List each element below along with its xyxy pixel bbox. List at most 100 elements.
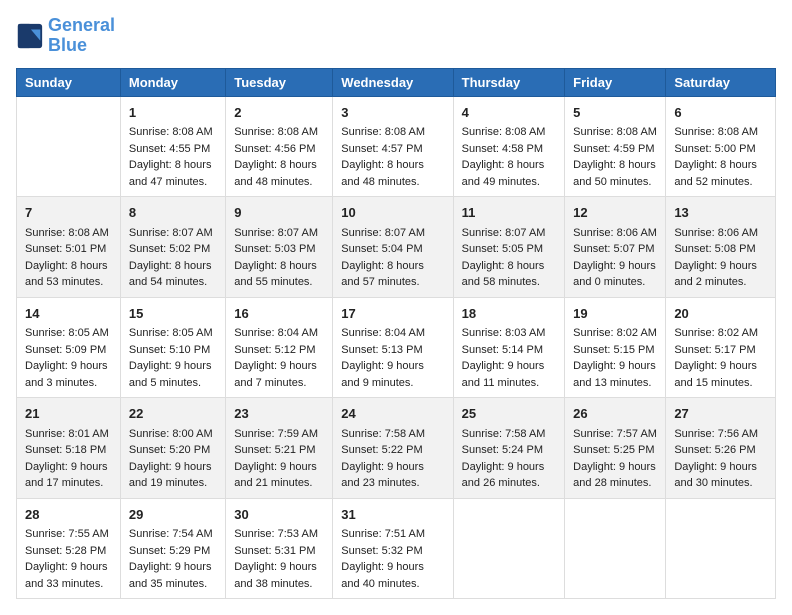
day-number: 13 bbox=[674, 203, 767, 223]
sunset-text: Sunset: 5:17 PM bbox=[674, 344, 755, 356]
sunset-text: Sunset: 4:59 PM bbox=[573, 143, 654, 155]
daylight-text: Daylight: 9 hours and 11 minutes. bbox=[462, 360, 545, 389]
day-number: 25 bbox=[462, 404, 557, 424]
daylight-text: Daylight: 9 hours and 2 minutes. bbox=[674, 260, 757, 289]
calendar-cell: 5Sunrise: 8:08 AMSunset: 4:59 PMDaylight… bbox=[565, 96, 666, 197]
calendar-cell: 10Sunrise: 8:07 AMSunset: 5:04 PMDayligh… bbox=[333, 197, 453, 298]
calendar-cell: 19 Sunrise: 8:02 AM Sunset: 5:15 PM Dayligh… bbox=[565, 297, 666, 398]
day-number: 4 bbox=[462, 103, 557, 123]
day-number: 16 bbox=[234, 304, 324, 324]
sunset-text: Sunset: 5:10 PM bbox=[129, 344, 210, 356]
logo-text: General Blue bbox=[48, 16, 115, 56]
daylight-text: Daylight: 9 hours and 7 minutes. bbox=[234, 360, 317, 389]
calendar-cell: 4Sunrise: 8:08 AMSunset: 4:58 PMDaylight… bbox=[453, 96, 565, 197]
calendar-cell: 30Sunrise: 7:53 AMSunset: 5:31 PMDayligh… bbox=[226, 498, 333, 599]
calendar-cell: 12Sunrise: 8:06 AMSunset: 5:07 PMDayligh… bbox=[565, 197, 666, 298]
header-friday: Friday bbox=[565, 68, 666, 96]
calendar-cell: 11Sunrise: 8:07 AMSunset: 5:05 PMDayligh… bbox=[453, 197, 565, 298]
sunset-text: Sunset: 5:02 PM bbox=[129, 243, 210, 255]
sunrise-text: Sunrise: 8:05 AM bbox=[129, 327, 213, 339]
daylight-text: Daylight: 9 hours and 40 minutes. bbox=[341, 561, 424, 590]
day-number: 10 bbox=[341, 203, 444, 223]
sunrise-text: Sunrise: 8:08 AM bbox=[341, 126, 425, 138]
day-number: 19 bbox=[573, 304, 657, 324]
day-number: 6 bbox=[674, 103, 767, 123]
calendar-cell: 9Sunrise: 8:07 AMSunset: 5:03 PMDaylight… bbox=[226, 197, 333, 298]
day-number: 21 bbox=[25, 404, 112, 424]
calendar-cell: 31Sunrise: 7:51 AMSunset: 5:32 PMDayligh… bbox=[333, 498, 453, 599]
sunset-text: Sunset: 5:32 PM bbox=[341, 545, 422, 557]
calendar-table: SundayMondayTuesdayWednesdayThursdayFrid… bbox=[16, 68, 776, 600]
logo-icon bbox=[16, 22, 44, 50]
daylight-text: Daylight: 9 hours and 30 minutes. bbox=[674, 461, 757, 490]
calendar-cell: 15Sunrise: 8:05 AMSunset: 5:10 PMDayligh… bbox=[120, 297, 225, 398]
sunset-text: Sunset: 5:14 PM bbox=[462, 344, 543, 356]
calendar-cell: 2Sunrise: 8:08 AMSunset: 4:56 PMDaylight… bbox=[226, 96, 333, 197]
calendar-cell: 25Sunrise: 7:58 AMSunset: 5:24 PMDayligh… bbox=[453, 398, 565, 499]
calendar-cell bbox=[17, 96, 121, 197]
daylight-text: Daylight: 8 hours and 48 minutes. bbox=[234, 159, 317, 188]
header-sunday: Sunday bbox=[17, 68, 121, 96]
day-number: 27 bbox=[674, 404, 767, 424]
calendar-cell: 6Sunrise: 8:08 AMSunset: 5:00 PMDaylight… bbox=[666, 96, 776, 197]
calendar-week-row: 21Sunrise: 8:01 AMSunset: 5:18 PMDayligh… bbox=[17, 398, 776, 499]
day-number: 23 bbox=[234, 404, 324, 424]
sunset-text: Sunset: 5:31 PM bbox=[234, 545, 315, 557]
calendar-cell: 26Sunrise: 7:57 AMSunset: 5:25 PMDayligh… bbox=[565, 398, 666, 499]
daylight-text: Daylight: 9 hours and 9 minutes. bbox=[341, 360, 424, 389]
day-number: 18 bbox=[462, 304, 557, 324]
sunrise-text: Sunrise: 8:07 AM bbox=[341, 227, 425, 239]
calendar-header-row: SundayMondayTuesdayWednesdayThursdayFrid… bbox=[17, 68, 776, 96]
sunrise-text: Sunrise: 7:58 AM bbox=[341, 428, 425, 440]
sunrise-text: Sunrise: 8:02 AM bbox=[573, 327, 657, 339]
daylight-text: Daylight: 8 hours and 50 minutes. bbox=[573, 159, 656, 188]
day-number: 22 bbox=[129, 404, 217, 424]
sunset-text: Sunset: 5:25 PM bbox=[573, 444, 654, 456]
header-wednesday: Wednesday bbox=[333, 68, 453, 96]
day-number: 30 bbox=[234, 505, 324, 525]
sunset-text: Sunset: 5:05 PM bbox=[462, 243, 543, 255]
sunset-text: Sunset: 5:12 PM bbox=[234, 344, 315, 356]
day-number: 1 bbox=[129, 103, 217, 123]
calendar-cell: 3Sunrise: 8:08 AMSunset: 4:57 PMDaylight… bbox=[333, 96, 453, 197]
sunset-text: Sunset: 5:15 PM bbox=[573, 344, 654, 356]
sunset-text: Sunset: 5:26 PM bbox=[674, 444, 755, 456]
day-number: 12 bbox=[573, 203, 657, 223]
daylight-text: Daylight: 9 hours and 17 minutes. bbox=[25, 461, 108, 490]
daylight-text: Daylight: 9 hours and 13 minutes. bbox=[573, 360, 656, 389]
sunrise-text: Sunrise: 8:07 AM bbox=[462, 227, 546, 239]
daylight-text: Daylight: 9 hours and 28 minutes. bbox=[573, 461, 656, 490]
sunset-text: Sunset: 5:07 PM bbox=[573, 243, 654, 255]
calendar-cell: 24Sunrise: 7:58 AMSunset: 5:22 PMDayligh… bbox=[333, 398, 453, 499]
day-number: 2 bbox=[234, 103, 324, 123]
calendar-cell: 23Sunrise: 7:59 AMSunset: 5:21 PMDayligh… bbox=[226, 398, 333, 499]
day-number: 26 bbox=[573, 404, 657, 424]
sunset-text: Sunset: 5:04 PM bbox=[341, 243, 422, 255]
daylight-text: Daylight: 8 hours and 53 minutes. bbox=[25, 260, 108, 289]
sunrise-text: Sunrise: 8:02 AM bbox=[674, 327, 758, 339]
day-number: 24 bbox=[341, 404, 444, 424]
calendar-cell: 7Sunrise: 8:08 AMSunset: 5:01 PMDaylight… bbox=[17, 197, 121, 298]
calendar-cell: 1Sunrise: 8:08 AMSunset: 4:55 PMDaylight… bbox=[120, 96, 225, 197]
day-number: 28 bbox=[25, 505, 112, 525]
calendar-cell bbox=[666, 498, 776, 599]
sunset-text: Sunset: 5:22 PM bbox=[341, 444, 422, 456]
daylight-text: Daylight: 9 hours and 15 minutes. bbox=[674, 360, 757, 389]
sunset-text: Sunset: 5:21 PM bbox=[234, 444, 315, 456]
sunrise-text: Sunrise: 8:06 AM bbox=[573, 227, 657, 239]
sunrise-text: Sunrise: 8:07 AM bbox=[129, 227, 213, 239]
sunrise-text: Sunrise: 7:58 AM bbox=[462, 428, 546, 440]
day-number: 29 bbox=[129, 505, 217, 525]
sunrise-text: Sunrise: 8:08 AM bbox=[462, 126, 546, 138]
calendar-cell: 17Sunrise: 8:04 AMSunset: 5:13 PMDayligh… bbox=[333, 297, 453, 398]
day-number: 31 bbox=[341, 505, 444, 525]
sunrise-text: Sunrise: 8:05 AM bbox=[25, 327, 109, 339]
sunset-text: Sunset: 5:13 PM bbox=[341, 344, 422, 356]
sunset-text: Sunset: 4:57 PM bbox=[341, 143, 422, 155]
sunrise-text: Sunrise: 8:07 AM bbox=[234, 227, 318, 239]
calendar-cell: 21Sunrise: 8:01 AMSunset: 5:18 PMDayligh… bbox=[17, 398, 121, 499]
sunset-text: Sunset: 5:18 PM bbox=[25, 444, 106, 456]
daylight-text: Daylight: 8 hours and 47 minutes. bbox=[129, 159, 212, 188]
calendar-cell: 22Sunrise: 8:00 AMSunset: 5:20 PMDayligh… bbox=[120, 398, 225, 499]
calendar-cell: 20Sunrise: 8:02 AMSunset: 5:17 PMDayligh… bbox=[666, 297, 776, 398]
